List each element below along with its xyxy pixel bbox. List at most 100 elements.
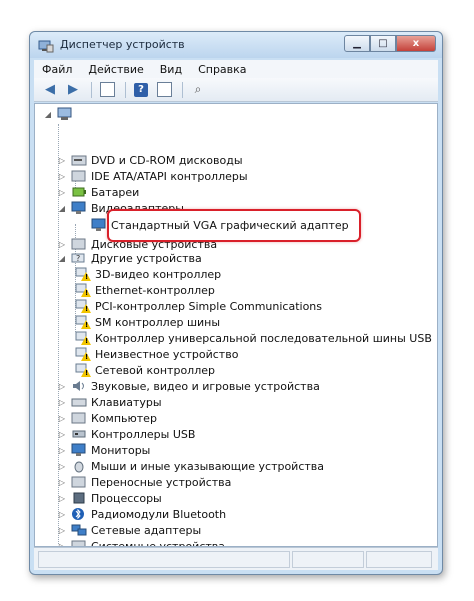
collapse-arrow-icon[interactable]: ◢: [57, 254, 67, 263]
expand-arrow-icon[interactable]: ▷: [57, 510, 67, 519]
warning-device-icon: !: [75, 315, 91, 329]
status-cell: [366, 551, 432, 568]
tree-item[interactable]: ▷ Звуковые, видео и игровые устройства: [57, 378, 320, 394]
tree-item-label: Клавиатуры: [91, 395, 162, 409]
warning-device-icon: !: [75, 347, 91, 361]
device-manager-window: Диспетчер устройств ▁ □ x Файл Действие …: [29, 31, 443, 575]
show-hide-tree-button[interactable]: [97, 81, 117, 99]
monitor-icon: [71, 443, 87, 457]
tree-item[interactable]: ! Ethernet-контроллер: [75, 282, 215, 298]
tree-item-label: Сетевой контроллер: [95, 363, 215, 377]
menu-file[interactable]: Файл: [34, 63, 80, 76]
tree-item[interactable]: ▷ Компьютер: [57, 410, 157, 426]
title-bar[interactable]: Диспетчер устройств ▁ □ x: [30, 32, 442, 58]
expand-arrow-icon[interactable]: ▷: [57, 188, 67, 197]
tree-item-label: Системные устройства: [91, 539, 225, 547]
tree-item[interactable]: ▷ Клавиатуры: [57, 394, 162, 410]
expand-arrow-icon[interactable]: ▷: [57, 414, 67, 423]
expand-arrow-icon[interactable]: ▷: [57, 172, 67, 181]
tree-item[interactable]: ▷ Мыши и иные указывающие устройства: [57, 458, 324, 474]
tree-item[interactable]: ▷ Мониторы: [57, 442, 150, 458]
tree-item-label: SM контроллер шины: [95, 315, 221, 329]
disk-icon: [71, 237, 87, 251]
tree-item-label: Контроллер универсальной последовательно…: [95, 331, 432, 345]
expand-arrow-icon[interactable]: ▷: [57, 478, 67, 487]
menu-bar: Файл Действие Вид Справка: [34, 60, 438, 78]
display-adapter-icon: [71, 201, 87, 215]
tree-item[interactable]: ! SM контроллер шины: [75, 314, 220, 330]
network-adapter-icon: [71, 523, 87, 537]
toolbar: ◀ ▶ ? ⌕: [34, 78, 438, 102]
tree-item[interactable]: ▷ Радиомодули Bluetooth: [57, 506, 226, 522]
warning-device-icon: !: [75, 331, 91, 345]
back-arrow-icon[interactable]: ◀: [40, 81, 60, 99]
expand-arrow-icon[interactable]: ▷: [57, 494, 67, 503]
status-cell: [38, 551, 290, 568]
maximize-button[interactable]: □: [370, 35, 396, 52]
tree-item-label: Стандартный VGA графический адаптер: [111, 218, 349, 232]
tree-item[interactable]: ▷ Системные устройства: [57, 538, 225, 547]
expand-arrow-icon[interactable]: ▷: [57, 382, 67, 391]
battery-icon: [71, 185, 87, 199]
toolbar-separator: [125, 81, 126, 98]
tree-item[interactable]: ▷ Батареи: [57, 184, 139, 200]
collapse-arrow-icon[interactable]: ◢: [43, 110, 53, 119]
tree-item[interactable]: ! Неизвестное устройство: [75, 346, 238, 362]
toolbar-separator: [182, 81, 183, 98]
tree-item-label: IDE ATA/ATAPI контроллеры: [91, 169, 248, 183]
tree-item[interactable]: ▷ IDE ATA/ATAPI контроллеры: [57, 168, 248, 184]
help-icon: ?: [134, 82, 148, 97]
tree-item[interactable]: ▷ Контроллеры USB: [57, 426, 196, 442]
tree-item-label: Другие устройства: [91, 251, 202, 265]
menu-view[interactable]: Вид: [152, 63, 190, 76]
forward-arrow-icon[interactable]: ▶: [63, 81, 83, 99]
other-devices-icon: ?: [71, 251, 87, 265]
properties-button[interactable]: [154, 81, 174, 99]
tree-item[interactable]: ▷ DVD и CD-ROM дисководы: [57, 152, 243, 168]
menu-action[interactable]: Действие: [80, 63, 151, 76]
scan-hardware-button[interactable]: ⌕: [188, 81, 208, 99]
scan-hardware-icon: ⌕: [194, 82, 202, 96]
tree-item[interactable]: ▷ Переносные устройства: [57, 474, 231, 490]
tree-item-label: Мониторы: [91, 443, 151, 457]
tree-item[interactable]: ! Контроллер универсальной последовательн…: [75, 330, 432, 346]
expand-arrow-icon[interactable]: ▷: [57, 240, 67, 249]
collapse-arrow-icon[interactable]: ◢: [57, 204, 67, 213]
expand-arrow-icon[interactable]: ▷: [57, 526, 67, 535]
device-manager-icon: [38, 38, 54, 53]
tree-item-label: Батареи: [91, 185, 140, 199]
expand-arrow-icon[interactable]: ▷: [57, 462, 67, 471]
ide-controller-icon: [71, 169, 87, 183]
tree-item[interactable]: ▷ Сетевые адаптеры: [57, 522, 201, 538]
keyboard-icon: [71, 395, 87, 409]
device-tree[interactable]: ◢ ▷ DVD и CD-ROM дисководы ▷ IDE ATA/ATAPI …: [34, 103, 438, 547]
expand-arrow-icon[interactable]: ▷: [57, 430, 67, 439]
window-title: Диспетчер устройств: [60, 38, 185, 51]
expand-arrow-icon[interactable]: ▷: [57, 446, 67, 455]
warning-device-icon: !: [75, 283, 91, 297]
help-button[interactable]: ?: [131, 81, 151, 99]
tree-item[interactable]: ! 3D-видео контроллер: [75, 266, 221, 282]
close-button[interactable]: x: [396, 35, 436, 52]
mouse-icon: [71, 459, 87, 473]
tree-item[interactable]: ▷ Процессоры: [57, 490, 162, 506]
tree-item-label: DVD и CD-ROM дисководы: [91, 153, 243, 167]
tree-item-label: Сетевые адаптеры: [91, 523, 202, 537]
tree-item[interactable]: Стандартный VGA графический адаптер: [91, 217, 349, 233]
minimize-button[interactable]: ▁: [344, 35, 370, 52]
tree-item-label: Радиомодули Bluetooth: [91, 507, 227, 521]
tree-item-label: Звуковые, видео и игровые устройства: [91, 379, 320, 393]
menu-help[interactable]: Справка: [190, 63, 254, 76]
tree-item-label: Компьютер: [91, 411, 157, 425]
tree-item[interactable]: ◢? Другие устройства: [57, 250, 202, 266]
tree-item-label: Процессоры: [91, 491, 162, 505]
tree-root[interactable]: ◢: [43, 106, 77, 122]
tree-item[interactable]: ! Сетевой контроллер: [75, 362, 215, 378]
tree-item[interactable]: ! PCI-контроллер Simple Communications: [75, 298, 322, 314]
expand-arrow-icon[interactable]: ▷: [57, 156, 67, 165]
warning-device-icon: !: [75, 267, 91, 281]
warning-device-icon: !: [75, 363, 91, 377]
status-cell: [292, 551, 364, 568]
processor-icon: [71, 491, 87, 505]
expand-arrow-icon[interactable]: ▷: [57, 398, 67, 407]
